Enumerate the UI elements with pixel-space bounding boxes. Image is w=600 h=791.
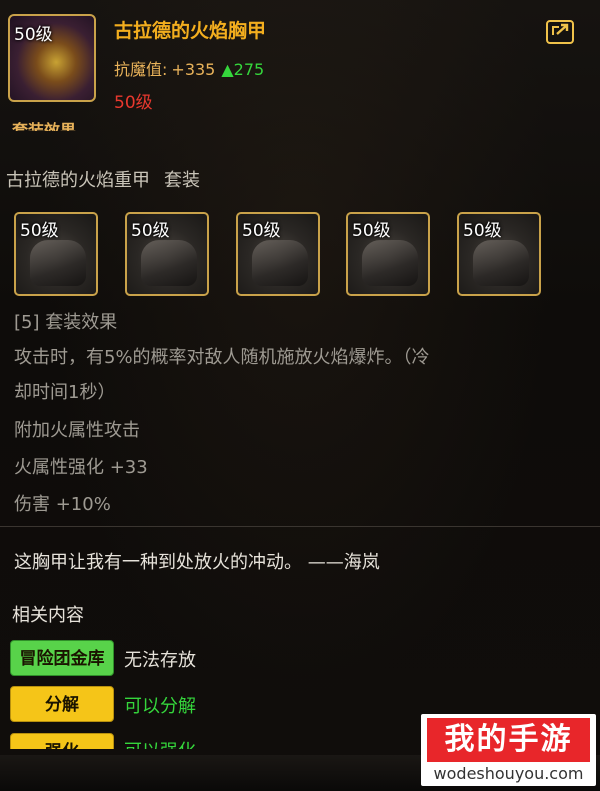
set-piece-level: 50级 <box>352 221 391 241</box>
enhance-status: 可以强化 <box>124 737 196 749</box>
stat-line: 抗魔值: +335 ▲275 <box>114 56 264 80</box>
set-effect-line: 攻击时，有5%的概率对敌人随机施放火焰爆炸。（冷 <box>14 347 430 368</box>
set-piece-level: 50级 <box>463 221 502 241</box>
set-piece-chest[interactable]: 50级 <box>125 212 209 296</box>
belt-armor-icon <box>252 240 308 286</box>
item-icon-level: 50级 <box>14 25 53 45</box>
leg-armor-icon <box>362 240 418 286</box>
divider <box>0 526 600 527</box>
watermark-logo: 我的手游 wodeshouyou.com <box>421 714 596 786</box>
item-title: 古拉德的火焰胸甲 <box>114 20 267 42</box>
set-effect-line: 火属性强化 +33 <box>14 457 148 478</box>
vault-status: 无法存放 <box>124 650 196 671</box>
clipped-set-label: 套装效果 <box>12 121 77 131</box>
share-arrow-icon[interactable] <box>546 20 574 44</box>
set-piece-shoulder[interactable]: 50级 <box>14 212 98 296</box>
set-piece-level: 50级 <box>242 221 281 241</box>
item-tooltip-panel: 50级 古拉德的火焰胸甲 抗魔值: +335 ▲275 50级 套装效果 古拉德的火… <box>0 0 600 791</box>
boots-armor-icon <box>473 240 529 286</box>
set-piece-legs[interactable]: 50级 <box>346 212 430 296</box>
set-name: 古拉德的火焰重甲 套装 <box>6 166 200 192</box>
share-arrow-glyph <box>552 23 569 35</box>
stat-value: +335 <box>171 60 216 79</box>
set-piece-boots[interactable]: 50级 <box>457 212 541 296</box>
shoulder-armor-icon <box>30 240 86 286</box>
related-content-title: 相关内容 <box>12 605 84 626</box>
required-level: 50级 <box>114 93 153 113</box>
set-effect-line: 附加火属性攻击 <box>14 420 140 441</box>
chest-armor-icon <box>141 240 197 286</box>
watermark-brand: 我的手游 <box>427 718 590 762</box>
disassemble-status: 可以分解 <box>124 696 196 717</box>
set-name-text: 古拉德的火焰重甲 <box>6 170 150 191</box>
clipped-row: 强化 可以强化 <box>0 733 420 749</box>
tag-enhance: 强化 <box>10 733 114 749</box>
stat-label: 抗魔值: <box>114 60 168 79</box>
tag-adventure-vault: 冒险团金库 <box>10 640 114 676</box>
tag-disassemble: 分解 <box>10 686 114 722</box>
set-effect-line: 伤害 +10% <box>14 494 111 515</box>
stat-bonus: ▲275 <box>221 60 265 79</box>
set-suffix: 套装 <box>164 170 200 191</box>
flavor-quote: 这胸甲让我有一种到处放火的冲动。 ——海岚 <box>14 552 380 573</box>
set-piece-level: 50级 <box>131 221 170 241</box>
item-icon[interactable]: 50级 <box>8 14 96 102</box>
set-piece-belt[interactable]: 50级 <box>236 212 320 296</box>
set-effect-header: [5] 套装效果 <box>14 312 118 333</box>
set-effect-line: 却时间1秒） <box>14 382 116 403</box>
set-piece-level: 50级 <box>20 221 59 241</box>
watermark-url: wodeshouyou.com <box>433 764 584 783</box>
